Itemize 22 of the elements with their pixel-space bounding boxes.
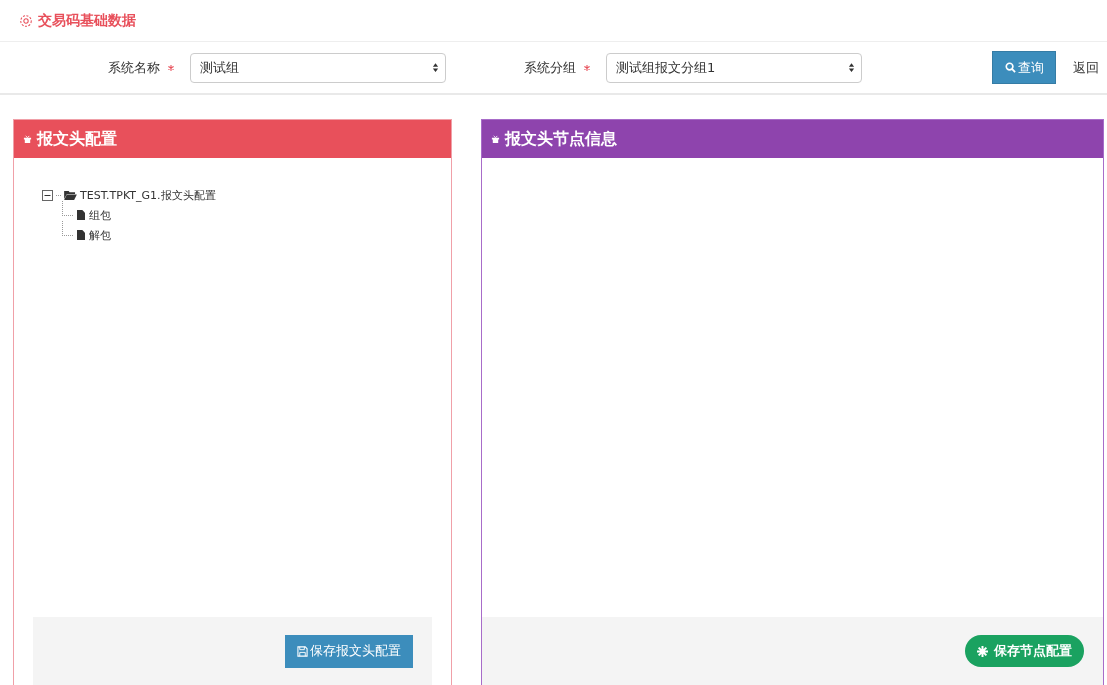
folder-icon (64, 190, 77, 200)
tree-node[interactable]: 组包 (89, 207, 111, 223)
floppy-icon (297, 645, 308, 657)
search-icon (1004, 62, 1016, 73)
asterisk-icon (977, 645, 988, 657)
select-field[interactable]: 测试组 (190, 52, 446, 83)
sort-caret-icon (432, 62, 439, 73)
save-button[interactable]: 保存报文头配置 (285, 634, 413, 668)
panel-title: 报文头配置 (37, 128, 117, 150)
gift-icon (23, 134, 32, 144)
tree-node[interactable]: 解包 (89, 227, 111, 243)
query-button[interactable]: 查询 (992, 51, 1056, 84)
sort-caret-icon (848, 62, 855, 73)
tree-node[interactable]: TEST.TPKT_G1.报文头配置 (80, 187, 216, 203)
panel-title: 报文头节点信息 (505, 128, 617, 150)
page-title: 交易码基础数据 (38, 11, 136, 30)
gift-icon (491, 134, 500, 144)
back-link[interactable]: 返回 (1073, 58, 1099, 77)
field-label: 系统名称 (107, 58, 160, 77)
toggle-icon[interactable] (42, 189, 53, 201)
field-label: 系统分组 (523, 58, 576, 77)
select-field[interactable]: 测试组报文分组1 (606, 52, 862, 83)
